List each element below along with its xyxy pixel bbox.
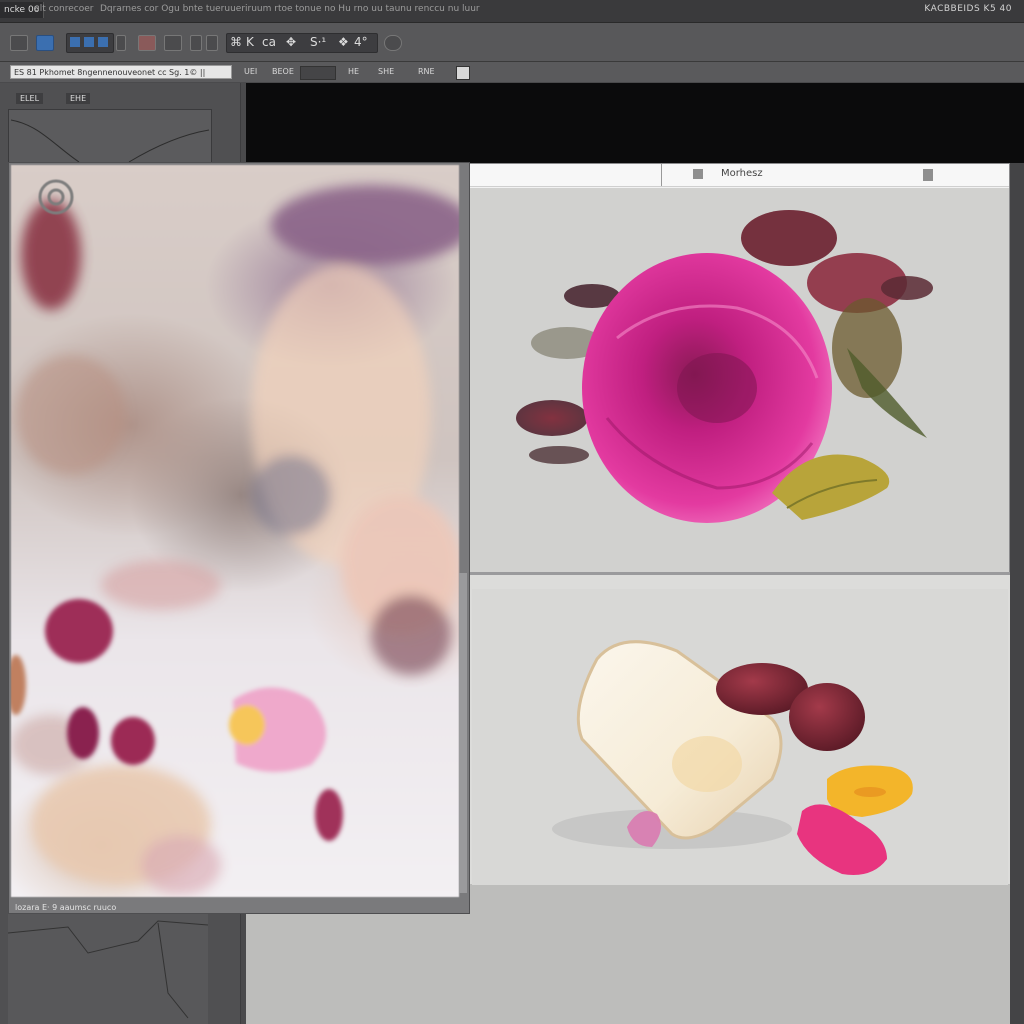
document-window-moodboard: lozara E· 9 aaumsc ruuco xyxy=(8,162,470,914)
app-menubar: ncke 06 ult conrecoer Dqrarnes cor Ogu b… xyxy=(0,0,1024,23)
photo-detail-layer xyxy=(11,179,459,895)
diamond-tool-icon[interactable]: ❖ xyxy=(338,33,349,51)
histogram-graph xyxy=(8,109,212,166)
view-mode-grid-icon[interactable] xyxy=(98,37,108,47)
document-tab-bar: Morhesz xyxy=(459,164,1009,187)
option-label-5[interactable]: RNE xyxy=(418,67,435,76)
cake-image xyxy=(472,589,1008,885)
command-icon[interactable]: ⌘ xyxy=(230,33,242,51)
flower-illustration xyxy=(516,210,933,523)
color-swatch-icon[interactable] xyxy=(138,35,156,51)
vertical-scrollbar[interactable] xyxy=(459,573,467,893)
view-mode-single-icon[interactable] xyxy=(70,37,80,47)
canvas-background xyxy=(246,83,1024,167)
crop-tool-icon[interactable] xyxy=(164,35,182,51)
menu-item-primary[interactable]: ult conrecoer xyxy=(34,4,93,14)
panel-toggle-icon[interactable] xyxy=(456,66,470,80)
mask-tool-icon[interactable] xyxy=(190,35,202,51)
s-tool-icon[interactable]: S·¹ xyxy=(310,33,326,51)
document-window-cake xyxy=(458,572,1010,885)
option-label-2[interactable]: BEOE xyxy=(272,67,294,76)
option-label-4[interactable]: SHE xyxy=(378,67,394,76)
left-panel-tab-2[interactable]: EHE xyxy=(66,93,91,104)
menu-items-row[interactable]: Dqrarnes cor Ogu bnte tueruueriruum rtoe… xyxy=(100,4,480,14)
document-tab-title[interactable]: Morhesz xyxy=(721,168,763,179)
settings-circle-icon[interactable] xyxy=(384,35,402,51)
separator-handle-icon xyxy=(116,35,126,51)
cake-illustration xyxy=(552,640,913,875)
left-panel-tab-1[interactable]: ELEL xyxy=(16,93,44,104)
histogram-curve xyxy=(10,119,210,163)
navigator-panel xyxy=(8,913,208,1024)
rotate-tool-icon[interactable]: 4° xyxy=(354,33,368,51)
flower-image xyxy=(467,188,1009,584)
right-scrollbar-track[interactable] xyxy=(1010,163,1024,1024)
brush-tool-icon[interactable] xyxy=(206,35,218,51)
option-label-1[interactable]: UEI xyxy=(244,67,257,76)
k-tool-icon[interactable]: K xyxy=(246,33,254,51)
navigator-curve xyxy=(8,920,208,1019)
options-bar: ES 81 Pkhomet 8ngennenouveonet cc Sg. 1©… xyxy=(0,62,1024,82)
document-icon xyxy=(693,169,703,179)
option-label-3[interactable]: HE xyxy=(348,67,359,76)
option-value-box[interactable] xyxy=(300,66,336,80)
tab-separator xyxy=(661,164,662,186)
sparkle-tool-icon[interactable]: ✥ xyxy=(286,33,296,51)
blurred-food-photo xyxy=(11,165,459,897)
document-path-field[interactable]: ES 81 Pkhomet 8ngennenouveonet cc Sg. 1©… xyxy=(10,65,232,79)
layers-tool-icon[interactable] xyxy=(36,35,54,51)
frame-tool-icon[interactable] xyxy=(10,35,28,51)
document-status-bar: lozara E· 9 aaumsc ruuco xyxy=(15,903,117,912)
window-status-text: KACBBEIDS K5 40 xyxy=(924,4,1012,14)
document-window-flower: Morhesz xyxy=(458,163,1010,585)
main-toolbar: ⌘ K ca ✥ S·¹ ❖ 4° xyxy=(0,23,1024,62)
view-mode-split-icon[interactable] xyxy=(84,37,94,47)
view-mode-button-group xyxy=(66,33,114,53)
close-tab-icon[interactable] xyxy=(923,169,933,181)
ca-tool-icon[interactable]: ca xyxy=(262,33,276,51)
